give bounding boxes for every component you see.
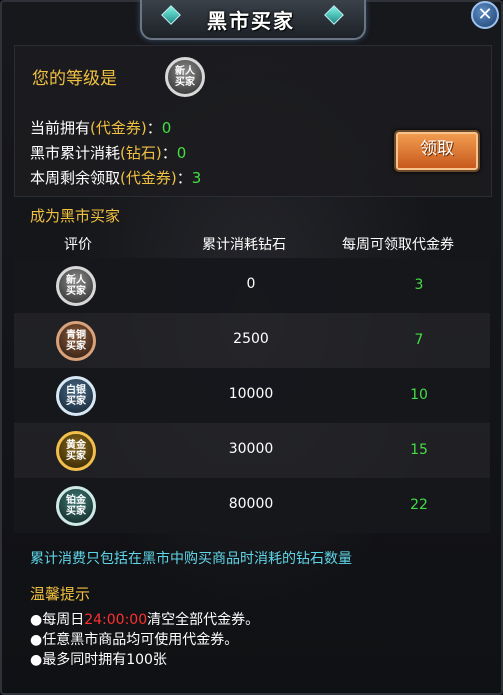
stat-unit: (钻石): [120, 144, 162, 162]
weekly-voucher: 3: [414, 277, 424, 293]
stat-value: 0: [176, 144, 187, 162]
stat-weekly-remaining: 本周剩余领取(代金券)：3: [30, 167, 201, 188]
table-row: 新人 买家 0 3: [14, 258, 490, 313]
tip-line-limit: ●最多同时拥有100张: [30, 652, 167, 668]
weekly-voucher: 7: [414, 332, 424, 348]
panel-title: 黑市买家: [207, 9, 295, 33]
badge-line-1: 青铜: [66, 330, 86, 341]
stat-value: 0: [161, 119, 172, 137]
reset-time: 24:00:00: [84, 612, 148, 628]
diamond-cost: 10000: [228, 386, 274, 402]
tips-title: 温馨提示: [30, 585, 91, 603]
badge-line-1: 黄金: [66, 440, 86, 451]
badge-line-2: 买家: [66, 396, 86, 407]
stat-label: 黑市累计消耗: [30, 144, 121, 162]
column-header-rating: 评价: [64, 237, 92, 253]
platinum-buyer-badge-icon: 铂金 买家: [56, 486, 96, 526]
badge-line-2: 买家: [66, 286, 86, 297]
weekly-voucher: 22: [410, 497, 428, 513]
diamond-cost: 30000: [228, 441, 274, 457]
badge-line-1: 新人: [175, 66, 195, 77]
badge-line-1: 铂金: [66, 495, 86, 506]
column-header-vouchers: 每周可领取代金券: [342, 237, 454, 253]
stat-unit: (代金券): [90, 119, 147, 137]
tip-line-usage: ●任意黑市商品均可使用代金券。: [30, 632, 239, 648]
stat-unit: (代金券): [120, 169, 177, 187]
stat-sep: ：: [161, 144, 177, 162]
table-row: 青铜 买家 2500 7: [14, 313, 490, 368]
diamond-cost: 80000: [228, 496, 274, 512]
tip-text: 清空全部代金券。: [147, 612, 260, 628]
claim-button[interactable]: 领取: [394, 130, 480, 172]
stat-diamonds-spent: 黑市累计消耗(钻石)：0: [30, 142, 186, 163]
tip-line-reset: ●每周日24:00:00清空全部代金券。: [30, 609, 259, 629]
stat-value: 3: [191, 169, 202, 187]
table-row: 白银 买家 10000 10: [14, 368, 490, 423]
column-header-diamonds: 累计消耗钻石: [202, 237, 286, 253]
stat-label: 本周剩余领取: [30, 169, 121, 187]
badge-line-2: 买家: [175, 77, 195, 88]
newbie-buyer-badge-icon: 新人 买家: [56, 266, 96, 306]
gold-buyer-badge-icon: 黄金 买家: [56, 431, 96, 471]
diamond-cost: 2500: [233, 331, 269, 347]
stat-sep: ：: [176, 169, 192, 187]
current-level-badge-icon: 新人 买家: [165, 57, 205, 97]
diamond-cost: 0: [246, 276, 256, 292]
badge-line-2: 买家: [66, 341, 86, 352]
badge-line-2: 买家: [66, 506, 86, 517]
bronze-buyer-badge-icon: 青铜 买家: [56, 321, 96, 361]
stat-owned-vouchers: 当前拥有(代金券)：0: [30, 117, 171, 138]
weekly-voucher: 10: [410, 387, 428, 403]
tip-text: ●每周日: [30, 612, 85, 628]
table-row: 黄金 买家 30000 15: [14, 423, 490, 478]
badge-line-1: 白银: [66, 385, 86, 396]
badge-line-1: 新人: [66, 275, 86, 286]
close-button[interactable]: ✕: [471, 1, 499, 29]
tier-table: 新人 买家 0 3 青铜 买家 2500 7 白银 买家 10000 10 黄金…: [14, 258, 490, 533]
section-title: 成为黑市买家: [30, 207, 121, 225]
stat-label: 当前拥有: [30, 119, 91, 137]
consumption-note: 累计消费只包括在黑市中购买商品时消耗的钻石数量: [30, 551, 352, 567]
level-label: 您的等级是: [32, 69, 117, 89]
weekly-voucher: 15: [410, 442, 428, 458]
badge-line-2: 买家: [66, 451, 86, 462]
table-row: 铂金 买家 80000 22: [14, 478, 490, 533]
silver-buyer-badge-icon: 白银 买家: [56, 376, 96, 416]
stat-sep: ：: [146, 119, 162, 137]
